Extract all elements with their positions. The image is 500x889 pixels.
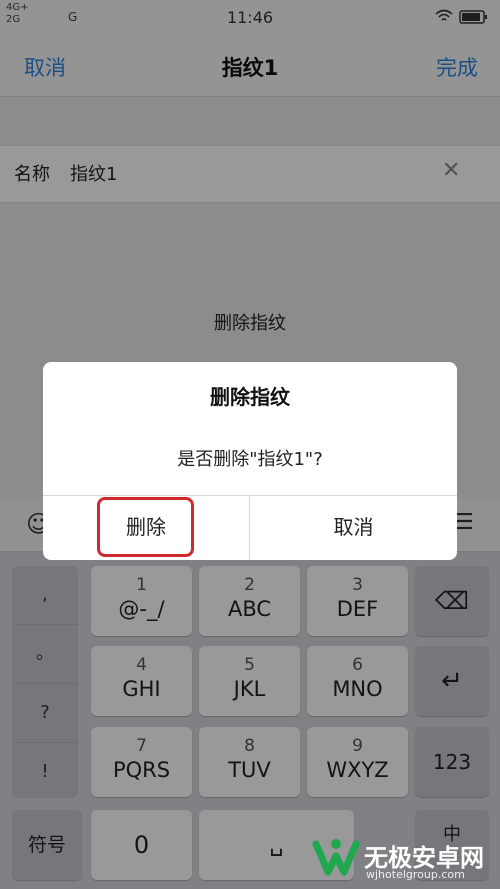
watermark-logo-icon (312, 836, 360, 878)
dialog-divider (43, 495, 457, 496)
highlight-box (97, 497, 194, 557)
dialog-title: 删除指纹 (210, 385, 290, 409)
dialog-cancel-button[interactable]: 取消 (250, 497, 457, 557)
dialog-message: 是否删除"指纹1"? (177, 449, 323, 470)
watermark-url: wjhotelgroup.com (366, 868, 465, 881)
